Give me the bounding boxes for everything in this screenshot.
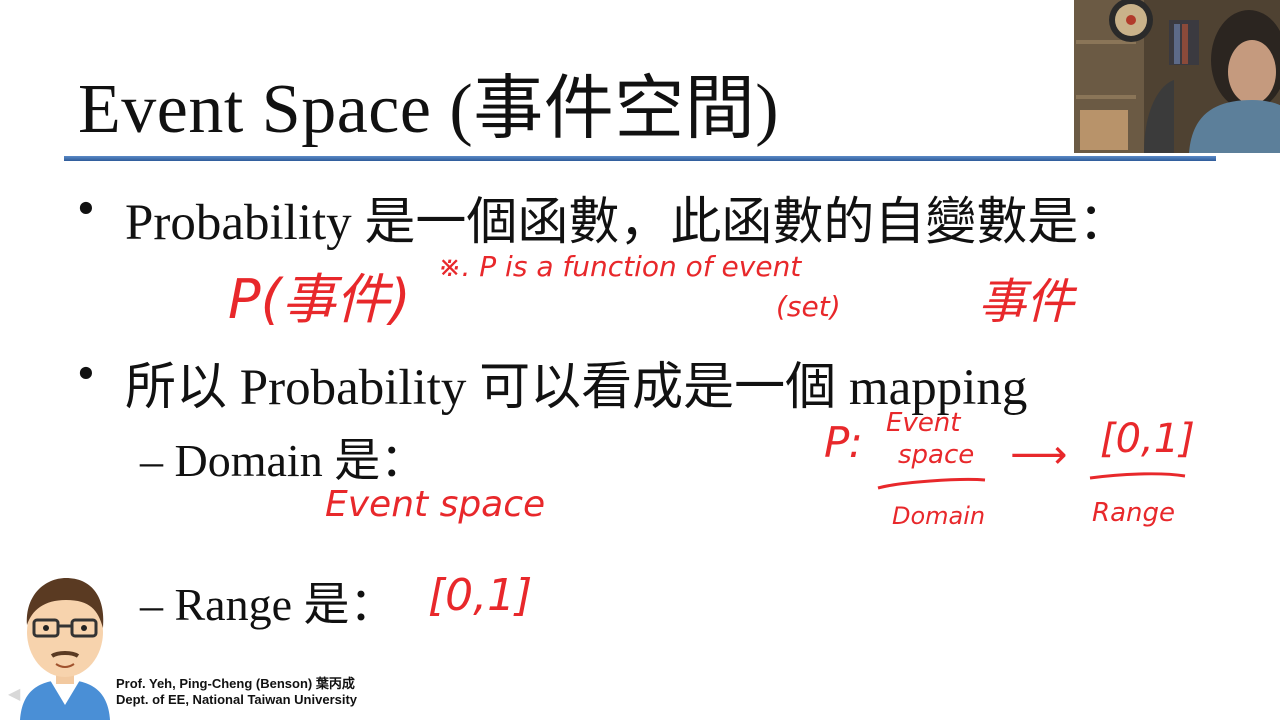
ink-underline-domain xyxy=(877,477,986,490)
credit-block: Prof. Yeh, Ping-Cheng (Benson) 葉丙成 Dept.… xyxy=(116,676,357,708)
ink-underline-range xyxy=(1089,472,1186,480)
credit-dept: Dept. of EE, National Taiwan University xyxy=(116,692,358,707)
slide: Event Space (事件空間) • Probability 是一個函數，此… xyxy=(0,0,1280,720)
ink-underlines xyxy=(877,472,1186,490)
credit-name: Prof. Yeh, Ping-Cheng (Benson) 葉丙成 xyxy=(116,676,355,691)
nav-back-icon[interactable]: ◀ xyxy=(8,684,34,703)
